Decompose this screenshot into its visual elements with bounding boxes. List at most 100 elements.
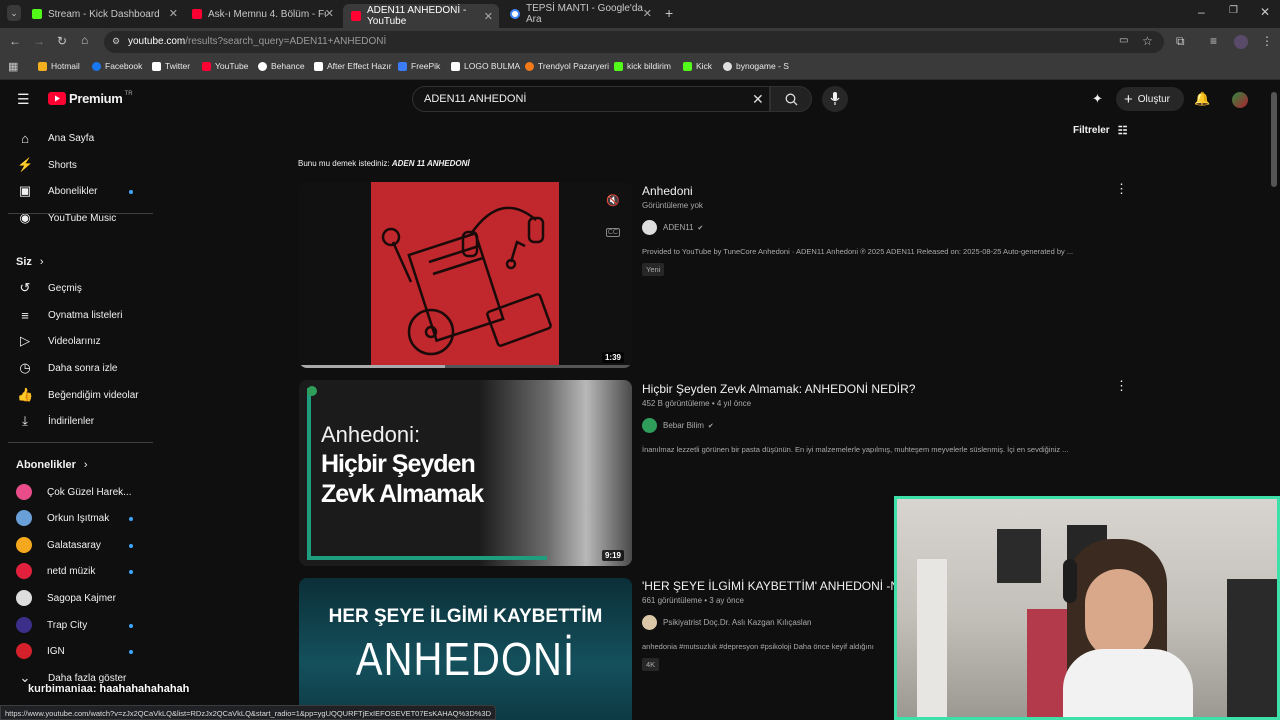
more-actions-icon[interactable]: ⋮ bbox=[1115, 181, 1128, 197]
bookmark-kick-bildirim[interactable]: kick bildirim bbox=[614, 61, 671, 71]
address-toolbar: ← → ↻ ⌂ ⚙ youtube.com/results?search_que… bbox=[0, 28, 1280, 56]
bookmark-kick[interactable]: Kick bbox=[683, 61, 712, 71]
bynogame-icon bbox=[723, 61, 732, 71]
bookmark-youtube[interactable]: YouTube bbox=[202, 61, 248, 71]
profile-avatar[interactable] bbox=[1234, 35, 1248, 49]
apps-icon[interactable]: ▦ bbox=[8, 60, 18, 73]
chair bbox=[1227, 579, 1277, 717]
webcam-overlay bbox=[894, 496, 1280, 720]
thumbnail-text: Hiçbir Şeyden bbox=[321, 450, 476, 478]
home-icon[interactable]: ⌂ bbox=[81, 33, 88, 47]
sidebar-item-home[interactable]: ⌂ Ana Sayfa bbox=[0, 125, 152, 151]
close-icon[interactable]: ✕ bbox=[643, 7, 652, 20]
sidebar-item-label: Çok Güzel Harek... bbox=[47, 486, 132, 498]
close-icon[interactable]: ✕ bbox=[169, 7, 178, 20]
channel-link[interactable]: Bebar Bilim ✔ bbox=[642, 418, 714, 433]
clear-search-icon[interactable]: ✕ bbox=[752, 91, 764, 108]
album-art bbox=[371, 182, 559, 368]
video-thumbnail[interactable]: 🔇 CC 1:39 bbox=[299, 182, 632, 368]
notifications-bell-icon[interactable]: 🔔 bbox=[1194, 91, 1210, 107]
new-content-dot bbox=[129, 650, 133, 654]
channel-link[interactable]: ADEN11 ✔ bbox=[642, 220, 703, 235]
create-button[interactable]: + Oluştur bbox=[1116, 87, 1184, 111]
sidebar-item-history[interactable]: ↺ Geçmiş bbox=[0, 275, 152, 301]
channel-link[interactable]: Psikiyatrist Doç.Dr. Aslı Kazgan Kılıças… bbox=[642, 615, 812, 630]
new-content-dot bbox=[129, 570, 133, 574]
tab-aden11-youtube[interactable]: ADEN11 ANHEDONİ - YouTube ✕ bbox=[343, 4, 499, 28]
sidebar-item-your-videos[interactable]: ▷ Videolarınız bbox=[0, 328, 152, 354]
close-icon[interactable]: ✕ bbox=[325, 7, 334, 20]
facebook-icon bbox=[92, 61, 101, 71]
media-icon[interactable]: ≡ bbox=[1210, 34, 1217, 48]
you-section-header[interactable]: Siz › bbox=[16, 256, 44, 268]
muted-speaker-icon[interactable]: 🔇 bbox=[606, 194, 620, 207]
channel-avatar bbox=[16, 617, 32, 633]
bookmark-bynogame[interactable]: bynogame - S bbox=[723, 61, 789, 71]
new-tab-icon[interactable]: + bbox=[665, 5, 673, 21]
thumbnail-text: ANHEDONİ bbox=[355, 634, 576, 686]
page-scrollbar[interactable] bbox=[1271, 92, 1277, 187]
video-thumbnail[interactable]: HER ŞEYE İLGİMİ KAYBETTİM ANHEDONİ bbox=[299, 578, 632, 720]
progress-watched bbox=[299, 365, 445, 368]
close-window-icon[interactable]: ✕ bbox=[1260, 5, 1270, 19]
subscriptions-section-header[interactable]: Abonelikler › bbox=[16, 459, 88, 471]
video-title[interactable]: Anhedoni bbox=[642, 184, 693, 198]
cast-icon[interactable]: ▭ bbox=[1119, 35, 1128, 46]
video-thumbnail[interactable]: Anhedoni: Hiçbir Şeyden Zevk Almamak 9:1… bbox=[299, 380, 632, 566]
back-icon[interactable]: ← bbox=[9, 34, 21, 48]
url-field[interactable]: ⚙ youtube.com/results?search_query=ADEN1… bbox=[104, 31, 1164, 53]
did-you-mean-link[interactable]: ADEN 11 ANHEDONİ bbox=[392, 159, 470, 168]
subscription-item[interactable]: Çok Güzel Harek... bbox=[0, 479, 152, 505]
channel-avatar bbox=[642, 615, 657, 630]
account-avatar[interactable] bbox=[1232, 92, 1248, 108]
filters-label: Filtreler bbox=[1073, 125, 1110, 136]
bookmark-star-icon[interactable]: ☆ bbox=[1142, 34, 1153, 48]
tab-search-icon[interactable]: ⌄ bbox=[7, 5, 21, 21]
bookmark-after-effect[interactable]: After Effect Hazır bbox=[314, 61, 392, 71]
sidebar-item-downloads[interactable]: ⤓ İndirilenler bbox=[0, 408, 152, 434]
bookmark-facebook[interactable]: Facebook bbox=[92, 61, 142, 71]
bookmark-label: Twitter bbox=[165, 61, 191, 71]
video-title[interactable]: 'HER ŞEYE İLGİMİ KAYBETTİM' ANHEDONİ -NA… bbox=[642, 579, 896, 593]
search-input[interactable]: ADEN11 ANHEDONİ ✕ bbox=[412, 86, 770, 112]
guide-sidebar: ⌂ Ana Sayfa ⚡ Shorts ▣ Abonelikler ◉ YouTube… bbox=[0, 80, 160, 720]
search-button[interactable] bbox=[770, 86, 812, 112]
tab-kick-dashboard[interactable]: Stream - Kick Dashboard ✕ bbox=[24, 4, 184, 24]
bookmark-behance[interactable]: Behance bbox=[258, 61, 305, 71]
sidebar-item-watch-later[interactable]: ◷ Daha sonra izle bbox=[0, 355, 152, 381]
home-icon: ⌂ bbox=[21, 130, 29, 146]
tab-ask-i-memnu[interactable]: Ask-ı Memnu 4. Bölüm - Full Bö ✕ bbox=[184, 4, 340, 24]
sidebar-item-label: Sagopa Kajmer bbox=[47, 592, 116, 604]
sidebar-item-liked-videos[interactable]: 👍 Beğendiğim videolar bbox=[0, 382, 152, 408]
site-info-icon[interactable]: ⚙ bbox=[112, 36, 120, 47]
forward-icon[interactable]: → bbox=[33, 34, 45, 48]
section-title: Siz bbox=[16, 256, 32, 268]
voice-search-button[interactable] bbox=[822, 86, 848, 112]
channel-avatar bbox=[16, 537, 32, 553]
sidebar-item-youtube-music[interactable]: ◉ YouTube Music bbox=[0, 205, 152, 231]
sidebar-item-shorts[interactable]: ⚡ Shorts bbox=[0, 152, 152, 178]
extensions-icon[interactable]: ⧉ bbox=[1176, 34, 1185, 49]
channel-avatar bbox=[16, 590, 32, 606]
bookmarks-bar: ▦ Hotmail Facebook Twitter YouTube Behan… bbox=[0, 56, 1280, 80]
cast-premium-icon[interactable]: ✦ bbox=[1092, 91, 1103, 107]
video-title[interactable]: Hiçbir Şeyden Zevk Almamak: ANHEDONİ NED… bbox=[642, 382, 915, 396]
subscription-item[interactable]: Sagopa Kajmer bbox=[0, 585, 152, 611]
menu-icon[interactable]: ⋮ bbox=[1261, 34, 1273, 48]
reload-icon[interactable]: ↻ bbox=[57, 34, 67, 48]
bookmark-trendyol[interactable]: Trendyol Pazaryeri bbox=[525, 61, 609, 71]
sidebar-item-playlists[interactable]: ≡ Oynatma listeleri bbox=[0, 302, 152, 328]
close-icon[interactable]: ✕ bbox=[484, 10, 493, 23]
restore-icon[interactable]: ❐ bbox=[1229, 5, 1238, 16]
bookmark-freepik[interactable]: FreePik bbox=[398, 61, 440, 71]
new-content-dot bbox=[129, 517, 133, 521]
bookmark-hotmail[interactable]: Hotmail bbox=[38, 61, 80, 71]
more-actions-icon[interactable]: ⋮ bbox=[1115, 378, 1128, 394]
sidebar-item-label: Abonelikler bbox=[48, 185, 98, 197]
minimize-icon[interactable]: – bbox=[1198, 5, 1205, 19]
bookmark-twitter[interactable]: Twitter bbox=[152, 61, 190, 71]
bookmark-logo-bulma[interactable]: LOGO BULMA bbox=[451, 61, 520, 71]
tab-tepsi-manti[interactable]: TEPSİ MANTI - Google'da Ara ✕ bbox=[502, 3, 658, 25]
captions-icon[interactable]: CC bbox=[605, 228, 620, 237]
filters-button[interactable]: Filtreler ☷ bbox=[1073, 124, 1128, 137]
